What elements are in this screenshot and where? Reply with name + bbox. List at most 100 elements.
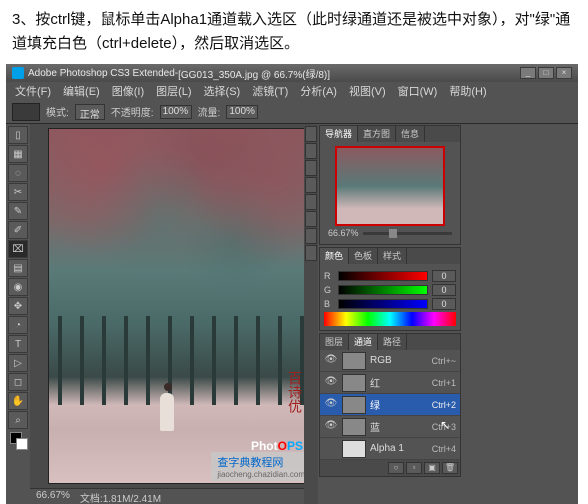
load-selection-button[interactable]: ○ <box>388 462 404 474</box>
menu-layer[interactable]: 图层(L) <box>151 82 196 100</box>
watermark-site: 查字典教程网 jiaocheng.chazidian.com <box>211 452 304 481</box>
mode-select[interactable]: 正常 <box>75 104 105 120</box>
r-slider[interactable] <box>338 271 428 281</box>
palette-strip <box>304 124 318 504</box>
b-slider[interactable] <box>338 299 428 309</box>
menu-image[interactable]: 图像(I) <box>107 82 149 100</box>
channel-thumb <box>342 396 366 414</box>
app-icon <box>12 67 24 79</box>
mode-label: 模式: <box>46 104 69 119</box>
tab-histogram[interactable]: 直方图 <box>358 126 396 142</box>
color-spectrum[interactable] <box>324 312 456 326</box>
channel-thumb <box>342 374 366 392</box>
nav-zoom-value[interactable]: 66.67% <box>328 228 359 238</box>
stamp-tool[interactable]: ▤ <box>8 259 28 277</box>
channel-thumb <box>342 352 366 370</box>
menu-analysis[interactable]: 分析(A) <box>295 82 342 100</box>
marquee-tool[interactable]: ▦ <box>8 145 28 163</box>
tab-info[interactable]: 信息 <box>396 126 425 142</box>
r-value[interactable]: 0 <box>432 270 456 282</box>
color-panel: 颜色 色板 样式 R 0 G 0 <box>319 247 461 331</box>
document-canvas[interactable]: 百诗优 PhotOPS 查字典教程网 jiaocheng.chazidian.c… <box>48 128 304 484</box>
brush-tool[interactable]: ⌧ <box>8 240 28 258</box>
channel-red[interactable]: 👁 红 Ctrl+1 <box>320 372 460 394</box>
right-panels: 导航器 直方图 信息 66.67% 颜色 <box>304 124 578 504</box>
eraser-tool[interactable]: ✥ <box>8 297 28 315</box>
watermark-stamp: 百诗优 <box>285 371 304 413</box>
navigator-thumbnail[interactable] <box>335 146 445 226</box>
brush-preset[interactable] <box>12 103 40 121</box>
channel-rgb[interactable]: 👁 RGB Ctrl+~ <box>320 350 460 372</box>
options-bar: 模式: 正常 不透明度: 100% 流量: 100% <box>6 100 578 124</box>
app-title: Adobe Photoshop CS3 Extended <box>28 68 175 79</box>
palette-button[interactable] <box>305 228 317 244</box>
palette-button[interactable] <box>305 126 317 142</box>
color-swatch[interactable] <box>8 432 28 452</box>
b-value[interactable]: 0 <box>432 298 456 310</box>
menu-window[interactable]: 窗口(W) <box>393 82 443 100</box>
shape-tool[interactable]: ◻ <box>8 373 28 391</box>
type-tool[interactable]: T <box>8 335 28 353</box>
visibility-icon[interactable]: 👁 <box>324 376 338 390</box>
canvas-area[interactable]: 百诗优 PhotOPS 查字典教程网 jiaocheng.chazidian.c… <box>30 124 304 504</box>
channels-panel: 图层 通道 路径 👁 RGB Ctrl+~ 👁 <box>319 333 461 477</box>
channel-thumb <box>342 440 366 458</box>
delete-channel-button[interactable]: 🗑 <box>442 462 458 474</box>
palette-button[interactable] <box>305 211 317 227</box>
visibility-icon[interactable]: 👁 <box>324 354 338 368</box>
status-zoom[interactable]: 66.67% <box>36 490 70 503</box>
g-slider[interactable] <box>338 285 428 295</box>
tab-channels[interactable]: 通道 <box>349 334 378 350</box>
b-label: B <box>324 299 334 309</box>
channel-green[interactable]: 👁 绿 Ctrl+2 <box>320 394 460 416</box>
opacity-label: 不透明度: <box>111 104 154 119</box>
background-color[interactable] <box>16 438 28 450</box>
gradient-tool[interactable]: ◔ <box>8 316 28 334</box>
menu-file[interactable]: 文件(F) <box>10 82 56 100</box>
tab-navigator[interactable]: 导航器 <box>320 126 358 142</box>
close-button[interactable]: × <box>556 67 572 79</box>
menu-select[interactable]: 选择(S) <box>199 82 246 100</box>
move-tool[interactable]: ▯ <box>8 126 28 144</box>
tab-color[interactable]: 颜色 <box>320 248 349 264</box>
menu-help[interactable]: 帮助(H) <box>444 82 491 100</box>
tab-styles[interactable]: 样式 <box>378 248 407 264</box>
palette-button[interactable] <box>305 245 317 261</box>
maximize-button[interactable]: □ <box>538 67 554 79</box>
tab-swatches[interactable]: 色板 <box>349 248 378 264</box>
zoom-slider[interactable] <box>363 232 452 235</box>
pen-tool[interactable]: ▷ <box>8 354 28 372</box>
flow-input[interactable]: 100% <box>226 105 258 119</box>
g-value[interactable]: 0 <box>432 284 456 296</box>
palette-button[interactable] <box>305 143 317 159</box>
opacity-input[interactable]: 100% <box>160 105 192 119</box>
menubar: 文件(F) 编辑(E) 图像(I) 图层(L) 选择(S) 滤镜(T) 分析(A… <box>6 82 578 100</box>
channel-thumb <box>342 418 366 436</box>
visibility-icon[interactable]: 👁 <box>324 398 338 412</box>
minimize-button[interactable]: _ <box>520 67 536 79</box>
new-channel-button[interactable]: ▣ <box>424 462 440 474</box>
visibility-icon[interactable]: 👁 <box>324 420 338 434</box>
menu-edit[interactable]: 编辑(E) <box>58 82 105 100</box>
history-brush-tool[interactable]: ◉ <box>8 278 28 296</box>
eyedropper-tool[interactable]: ✎ <box>8 202 28 220</box>
tab-paths[interactable]: 路径 <box>378 334 407 350</box>
palette-button[interactable] <box>305 177 317 193</box>
palette-button[interactable] <box>305 194 317 210</box>
healing-tool[interactable]: ✐ <box>8 221 28 239</box>
zoom-tool[interactable]: ⌕ <box>8 411 28 429</box>
save-selection-button[interactable]: ▫ <box>406 462 422 474</box>
visibility-icon[interactable] <box>324 442 338 456</box>
palette-button[interactable] <box>305 160 317 176</box>
channel-alpha1[interactable]: Alpha 1 Ctrl+4 <box>320 438 460 460</box>
workspace: ▯ ▦ ◌ ✂ ✎ ✐ ⌧ ▤ ◉ ✥ ◔ T ▷ ◻ ✋ ⌕ <box>6 124 578 504</box>
menu-view[interactable]: 视图(V) <box>344 82 391 100</box>
channel-blue[interactable]: 👁 蓝 Ctrl+3 <box>320 416 460 438</box>
channels-footer: ○ ▫ ▣ 🗑 <box>320 460 460 476</box>
crop-tool[interactable]: ✂ <box>8 183 28 201</box>
hand-tool[interactable]: ✋ <box>8 392 28 410</box>
tab-layers[interactable]: 图层 <box>320 334 349 350</box>
menu-filter[interactable]: 滤镜(T) <box>247 82 293 100</box>
lasso-tool[interactable]: ◌ <box>8 164 28 182</box>
navigator-panel: 导航器 直方图 信息 66.67% <box>319 125 461 245</box>
